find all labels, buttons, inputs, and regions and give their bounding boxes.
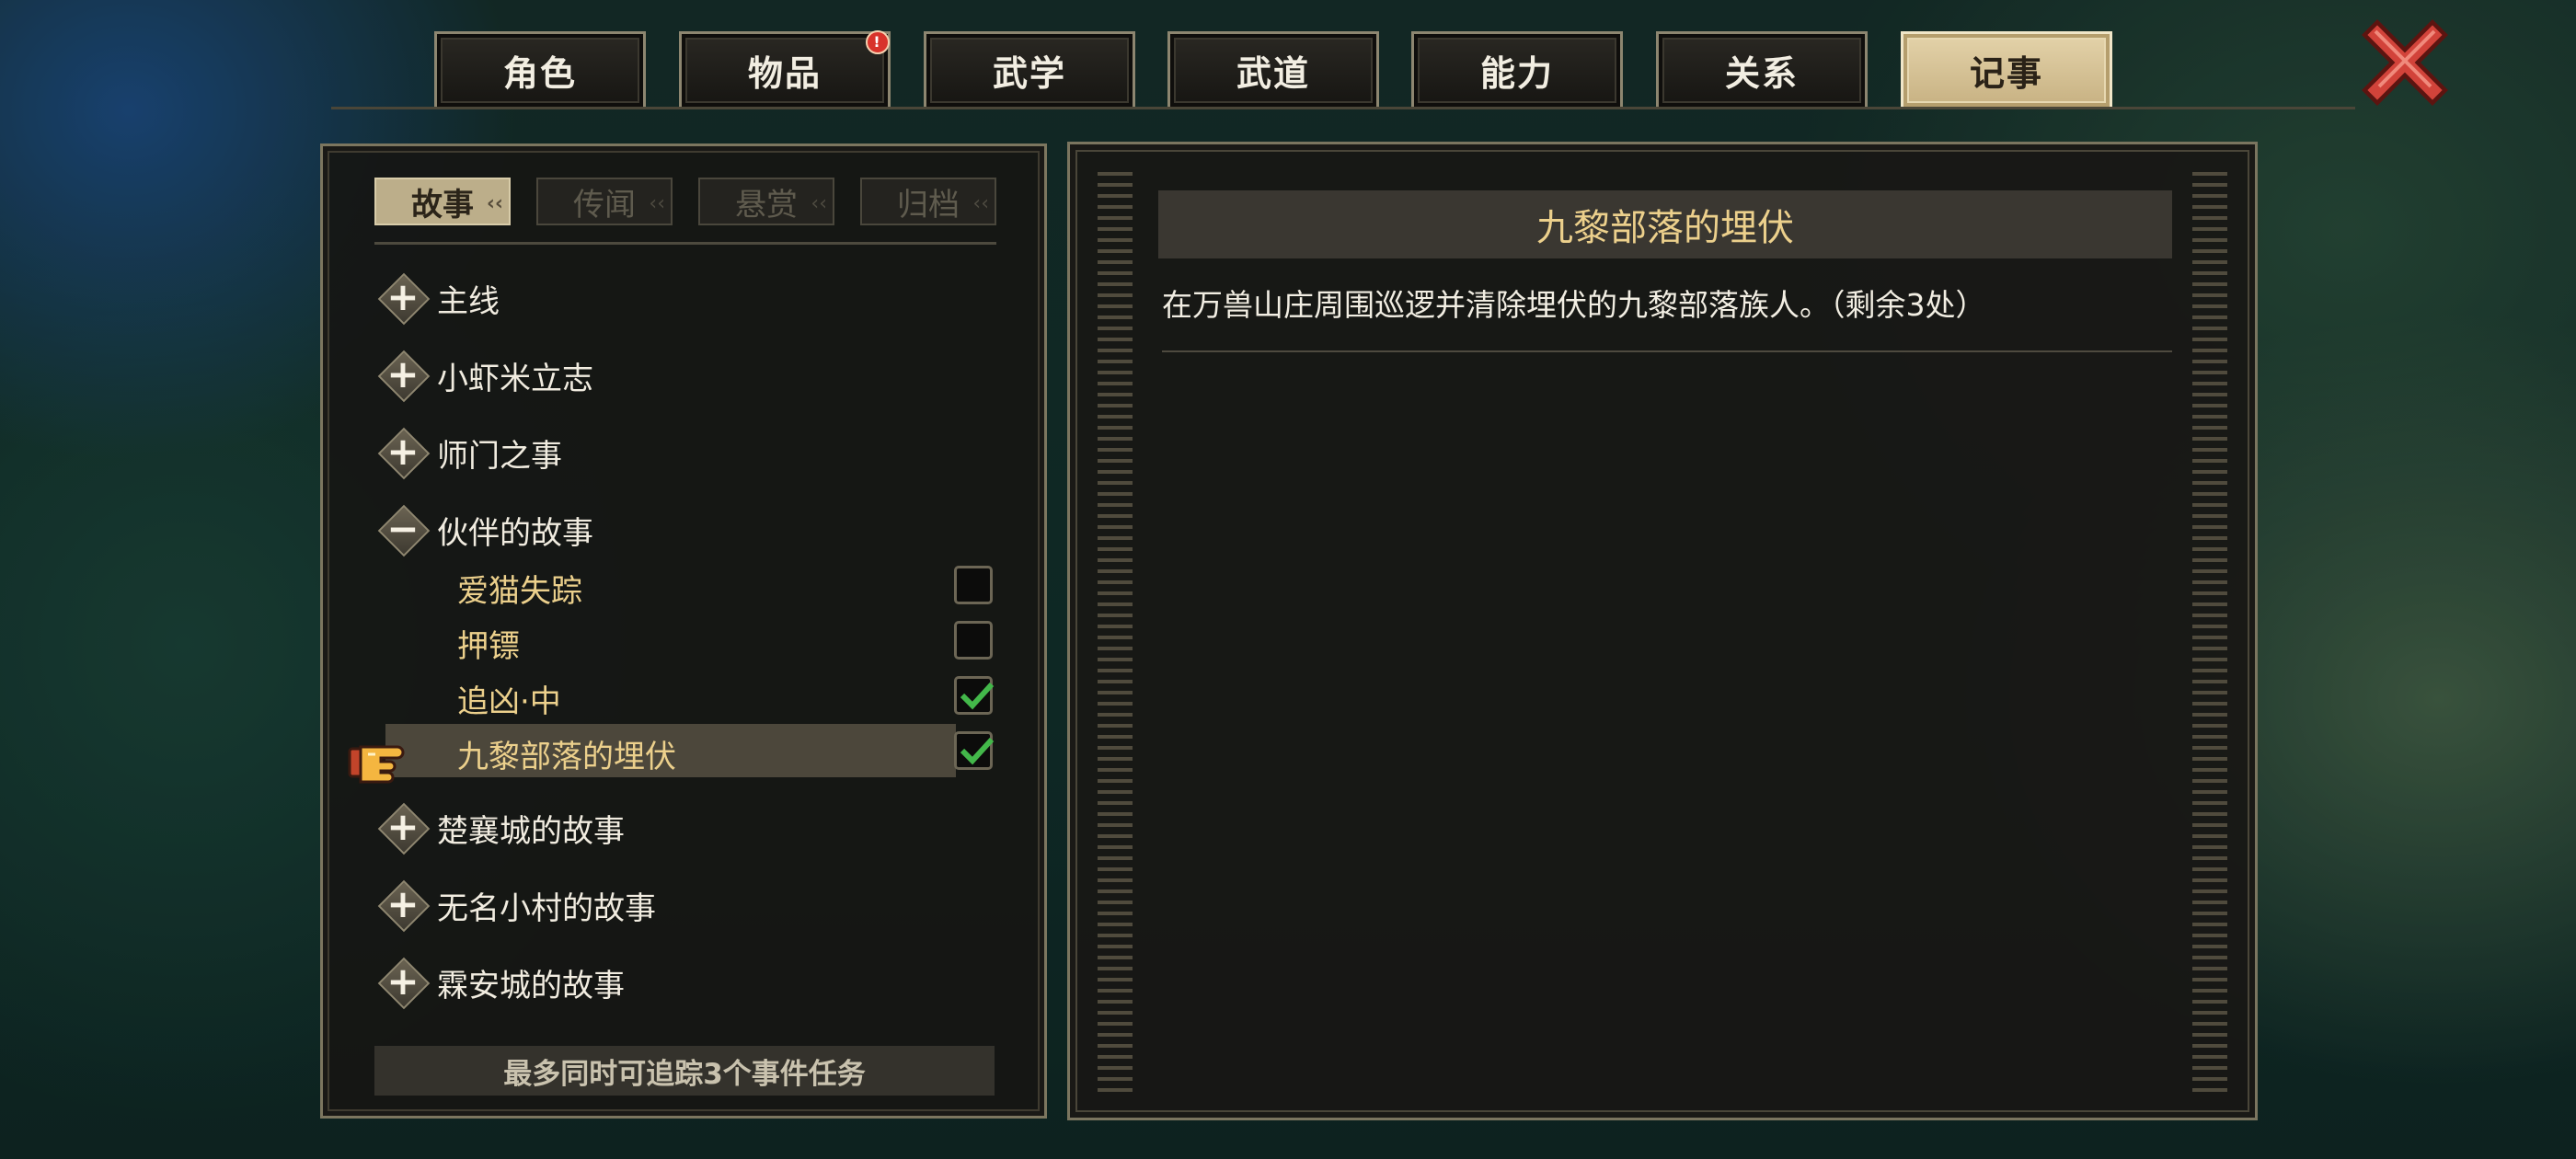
subtab-label: 传闻: [573, 186, 636, 224]
quest-label: 爱猫失踪: [457, 573, 582, 610]
category-label: 师门之事: [437, 437, 562, 475]
tab-label: 角色: [502, 53, 577, 94]
category-label: 伙伴的故事: [437, 514, 593, 552]
checkmark-icon: [960, 682, 995, 710]
tab-character[interactable]: 角色: [434, 31, 646, 107]
tab-label: 武道: [1236, 53, 1310, 94]
subtab-label: 悬赏: [735, 186, 798, 224]
tab-label: 关系: [1724, 53, 1799, 94]
subtab-bounties[interactable]: 悬赏 ‹‹: [698, 178, 834, 225]
close-x-icon: [2362, 19, 2448, 106]
subtab-stories[interactable]: 故事 ‹‹: [374, 178, 511, 225]
expand-icon: +: [374, 270, 431, 327]
checkmark-icon: [960, 737, 995, 765]
chevron-left-icon: ‹‹: [486, 192, 503, 215]
top-tab-bar: 角色 物品! 武学 武道 能力 关系 记事: [434, 30, 2127, 109]
chevron-left-icon: ‹‹: [972, 192, 989, 215]
category-label: 霖安城的故事: [437, 967, 625, 1004]
quest-item[interactable]: 追凶·中: [374, 669, 1018, 722]
decorative-border: [2192, 172, 2227, 1092]
tab-martial-way[interactable]: 武道: [1167, 31, 1379, 107]
category-linan[interactable]: + 霖安城的故事: [374, 950, 1018, 1015]
category-label: 小虾米立志: [437, 360, 593, 397]
quest-item-selected[interactable]: 九黎部落的埋伏: [374, 724, 1018, 777]
decorative-border: [1098, 172, 1133, 1092]
subtab-rumors[interactable]: 传闻 ‹‹: [536, 178, 673, 225]
subtabs-divider: [374, 242, 996, 245]
tracking-limit-note: 最多同时可追踪3个事件任务: [374, 1046, 995, 1096]
category-xiaoxiami[interactable]: + 小虾米立志: [374, 343, 1018, 407]
tab-label: 能力: [1479, 53, 1554, 94]
category-nameless-village[interactable]: + 无名小村的故事: [374, 873, 1018, 937]
track-checkbox[interactable]: [954, 621, 993, 660]
track-checkbox[interactable]: [954, 676, 995, 715]
subtab-label: 故事: [411, 186, 474, 224]
tab-divider: [331, 107, 2355, 109]
chevron-left-icon: ‹‹: [649, 192, 665, 215]
quest-description: 在万兽山庄周围巡逻并清除埋伏的九黎部落族人。（剩余3处）: [1162, 287, 1986, 323]
quest-title: 九黎部落的埋伏: [1158, 190, 2172, 258]
expand-icon: +: [374, 877, 431, 934]
tab-label: 物品: [747, 53, 822, 94]
quest-item[interactable]: 押镖: [374, 614, 1018, 667]
chevron-left-icon: ‹‹: [811, 192, 827, 215]
expand-icon: +: [374, 347, 431, 404]
track-checkbox[interactable]: [954, 566, 993, 604]
category-school[interactable]: + 师门之事: [374, 420, 1018, 485]
quest-list-panel: 故事 ‹‹ 传闻 ‹‹ 悬赏 ‹‹ 归档 ‹‹ + 主线 + 小虾米立志 + 师门之事 …: [320, 143, 1047, 1119]
tab-relations[interactable]: 关系: [1656, 31, 1868, 107]
journal-subtabs: 故事 ‹‹ 传闻 ‹‹ 悬赏 ‹‹ 归档 ‹‹: [374, 178, 1000, 227]
collapse-icon: −: [374, 501, 431, 558]
category-label: 主线: [437, 282, 500, 320]
tab-label: 记事: [1969, 53, 2043, 94]
category-chuxiang[interactable]: + 楚襄城的故事: [374, 796, 1018, 860]
expand-icon: +: [374, 954, 431, 1011]
pointing-hand-icon: [348, 736, 407, 786]
quest-label: 九黎部落的埋伏: [457, 739, 676, 775]
subtab-label: 归档: [897, 186, 960, 224]
close-button[interactable]: [2361, 18, 2449, 107]
quest-detail-panel: 九黎部落的埋伏 在万兽山庄周围巡逻并清除埋伏的九黎部落族人。（剩余3处）: [1067, 142, 2258, 1120]
tab-label: 武学: [992, 53, 1066, 94]
tab-journal[interactable]: 记事: [1901, 31, 2112, 107]
notification-badge: !: [866, 30, 890, 54]
tab-martial-arts[interactable]: 武学: [924, 31, 1135, 107]
subtab-archive[interactable]: 归档 ‹‹: [860, 178, 996, 225]
tab-abilities[interactable]: 能力: [1411, 31, 1623, 107]
expand-icon: +: [374, 424, 431, 481]
category-label: 无名小村的故事: [437, 889, 656, 927]
track-checkbox[interactable]: [954, 731, 995, 770]
category-label: 楚襄城的故事: [437, 812, 625, 850]
quest-label: 追凶·中: [457, 683, 561, 720]
quest-label: 押镖: [457, 628, 520, 665]
tab-items[interactable]: 物品!: [679, 30, 891, 107]
expand-icon: +: [374, 799, 431, 856]
quest-item[interactable]: 爱猫失踪: [374, 558, 1018, 612]
description-divider: [1162, 350, 2172, 352]
category-partners[interactable]: − 伙伴的故事: [374, 498, 1018, 562]
category-main[interactable]: + 主线: [374, 266, 1018, 330]
